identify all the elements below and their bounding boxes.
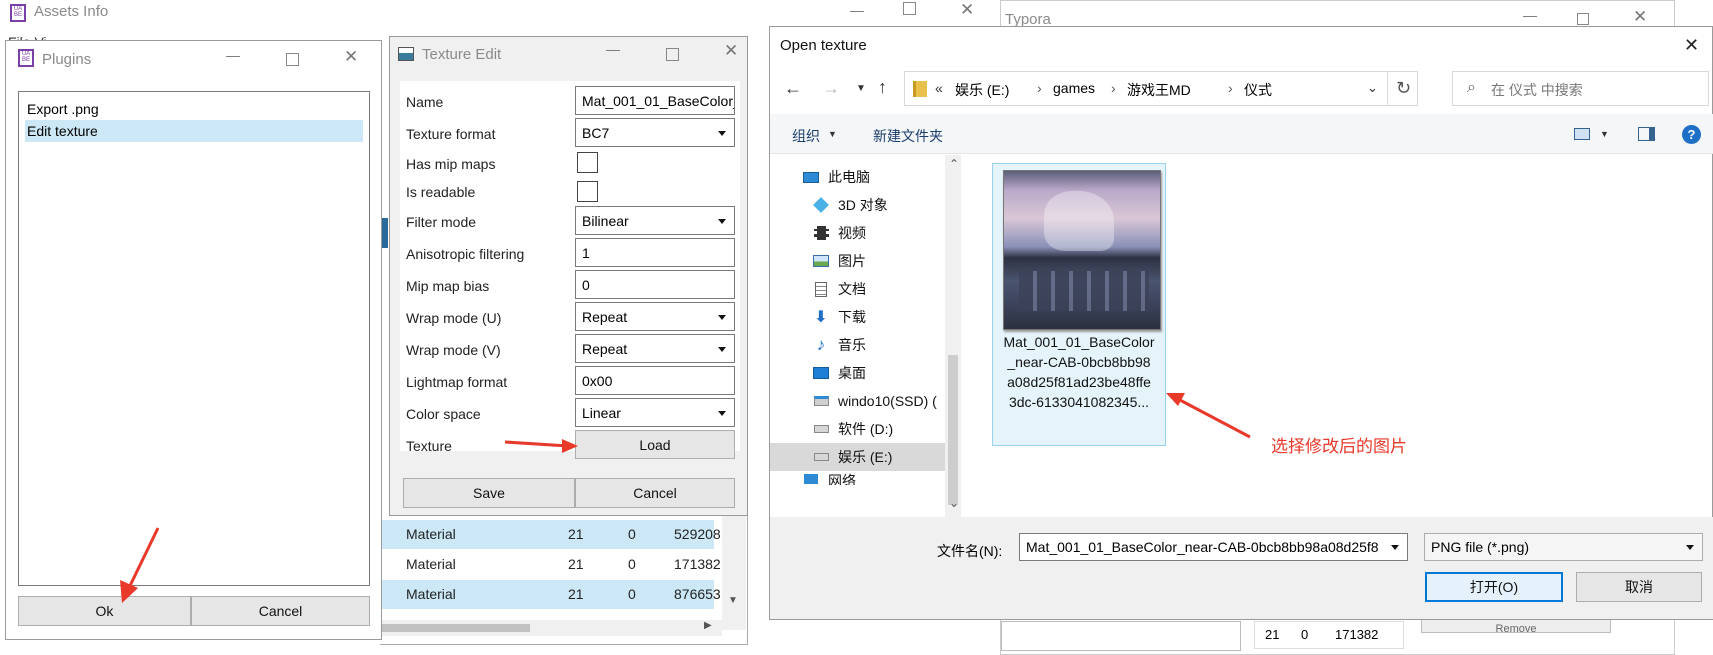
arrow-to-load-button <box>504 439 578 453</box>
annotation-arrows <box>120 393 1251 603</box>
arrow-to-ok-button <box>120 527 160 603</box>
arrow-to-file-tile <box>1166 393 1251 439</box>
